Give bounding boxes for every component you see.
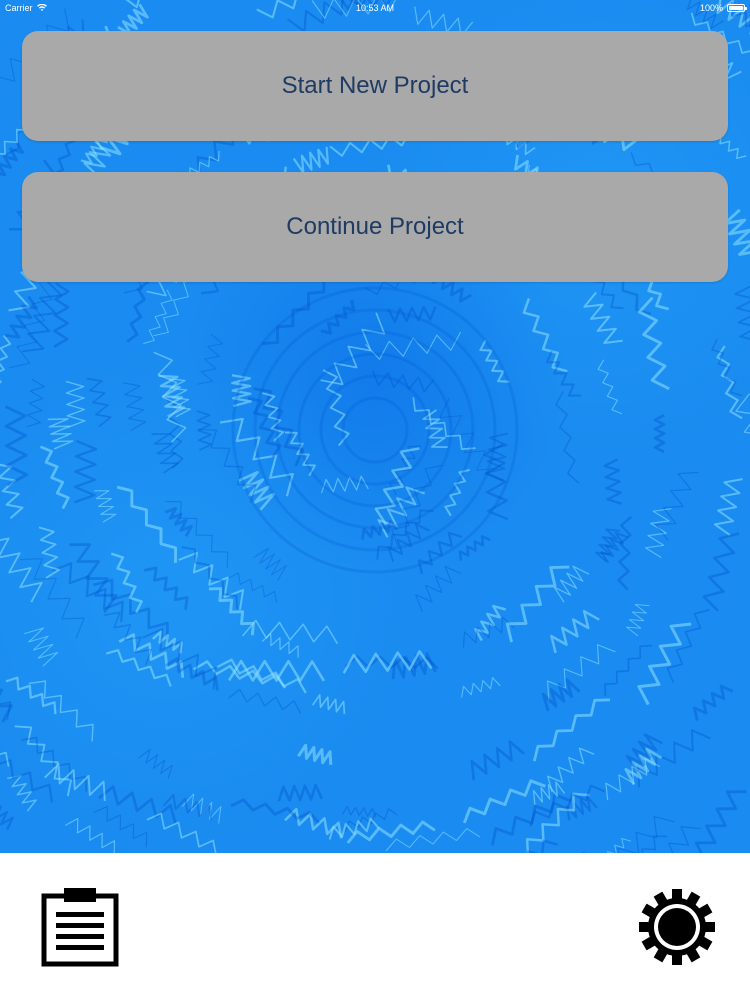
water-ripple	[4, 405, 29, 487]
water-ripple	[73, 439, 98, 504]
water-ripple	[505, 565, 570, 643]
water-ripple	[0, 805, 14, 831]
water-ripple	[692, 684, 734, 721]
start-new-project-label: Start New Project	[281, 72, 469, 99]
water-ripple	[546, 350, 582, 397]
water-ripple	[297, 743, 333, 765]
water-ripple	[69, 543, 118, 614]
water-ripple	[637, 622, 692, 706]
water-ripple	[44, 763, 106, 801]
water-ripple	[653, 414, 666, 454]
water-ripple	[604, 644, 652, 697]
water-ripple	[14, 725, 73, 797]
battery-percent: 100%	[699, 3, 723, 13]
water-ripple	[387, 305, 437, 323]
water-ripple	[547, 747, 595, 792]
water-ripple	[138, 748, 173, 780]
water-ripple	[694, 790, 747, 853]
water-ripple	[553, 565, 590, 603]
water-ripple	[385, 828, 481, 852]
water-ripple	[47, 418, 74, 450]
water-ripple	[28, 680, 94, 742]
start-new-project-button[interactable]: Start New Project	[22, 31, 728, 141]
water-ripple	[65, 817, 116, 853]
water-ripple	[470, 740, 525, 781]
bottom-toolbar	[0, 853, 750, 1000]
water-ripple	[723, 208, 750, 256]
water-ripple	[0, 751, 10, 767]
water-ripple	[532, 698, 611, 762]
battery-nub	[745, 7, 747, 10]
water-ripple	[158, 374, 186, 418]
water-ripple	[126, 270, 150, 343]
water-ripple	[53, 282, 70, 348]
water-ripple	[550, 609, 600, 654]
gear-icon	[639, 889, 715, 965]
battery-fill	[729, 6, 743, 10]
water-ripple	[94, 490, 117, 523]
status-time: 10:53 AM	[355, 3, 395, 13]
water-ripple	[228, 688, 302, 714]
water-ring	[341, 396, 409, 464]
water-ripple	[597, 359, 623, 415]
water-ripple	[387, 523, 430, 563]
water-ripple	[461, 677, 501, 698]
water-ripple	[253, 547, 287, 581]
water-ripple	[0, 688, 13, 723]
water-ripple	[0, 140, 24, 177]
water-ripple	[122, 382, 147, 432]
water-ripple	[462, 616, 515, 648]
water-ripple	[242, 619, 339, 645]
water-ripple	[292, 146, 329, 174]
water-ripple	[0, 335, 12, 384]
clipboard-button[interactable]	[40, 886, 120, 968]
water-ripple	[734, 285, 750, 340]
water-ripple	[555, 391, 580, 484]
water-ripple	[565, 795, 598, 821]
water-ripple	[522, 297, 568, 373]
continue-project-label: Continue Project	[286, 213, 464, 240]
water-ripple	[617, 515, 632, 591]
water-ripple	[238, 471, 276, 511]
clipboard-icon	[41, 888, 119, 967]
water-ripple	[38, 526, 60, 579]
water-ripple	[626, 604, 650, 637]
status-right: 100%	[699, 3, 747, 13]
water-ripple	[197, 333, 223, 385]
water-ripple	[86, 377, 112, 428]
water-ripple	[24, 627, 59, 667]
water-ripple	[583, 291, 623, 344]
water-ripple	[26, 378, 45, 428]
app-screen: Carrier 10:53 AM 100% Start New Project …	[0, 0, 750, 1000]
water-ripple	[4, 295, 38, 339]
water-ripple	[0, 759, 53, 803]
water-ripple	[644, 508, 672, 559]
water-ripple	[735, 393, 750, 434]
water-ripple	[713, 478, 743, 536]
settings-button[interactable]	[638, 888, 716, 966]
water-ripple	[39, 445, 70, 510]
water-ripple	[0, 537, 43, 603]
water-ripple	[617, 816, 675, 853]
water-ripple	[341, 805, 377, 818]
water-ripple	[164, 506, 193, 537]
water-ripple	[227, 572, 278, 604]
continue-project-button[interactable]: Continue Project	[22, 172, 728, 282]
water-ripple	[311, 694, 346, 714]
water-ripple	[143, 566, 189, 610]
water-ripple	[603, 458, 623, 505]
status-bar: Carrier 10:53 AM 100%	[0, 0, 750, 16]
water-ripple	[178, 551, 245, 610]
water-ripple	[702, 532, 740, 612]
water-ring	[275, 330, 475, 530]
water-ripple	[532, 781, 566, 805]
water-ripple	[65, 380, 86, 428]
water-ripple	[277, 783, 323, 802]
water-ring	[319, 374, 431, 486]
water-ripple	[181, 793, 222, 824]
water-ripple	[196, 410, 213, 451]
water-ripple	[146, 812, 217, 853]
battery-icon	[727, 4, 747, 12]
water-ripple	[116, 485, 178, 563]
